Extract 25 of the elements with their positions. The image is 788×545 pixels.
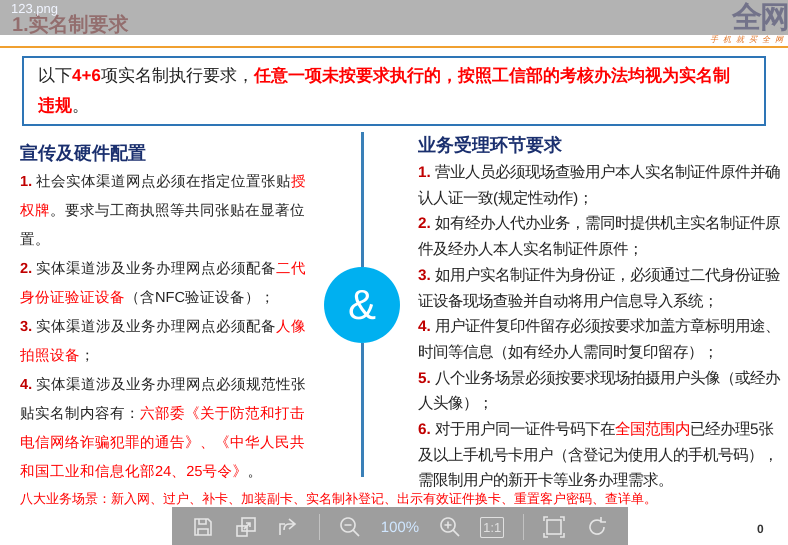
zoom-in-icon[interactable] [438, 515, 462, 539]
requirement-item: 1. 社会实体渠道网点必须在指定位置张贴授权牌。要求与工商执照等共同张贴在显著位置。 [20, 172, 308, 250]
slide-title: 1.实名制要求 [12, 14, 129, 36]
section-heading: 业务受理环节要求 [418, 134, 563, 157]
file-name: 123.png [11, 1, 58, 16]
requirement-item: 1. 营业人员必须现场查验用户本人实名制证件原件并确认人证一致(规定性动作)； [418, 163, 782, 209]
requirement-item: 4. 实体渠道涉及业务办理网点必须规范性张贴实名制内容有：六部委《关于防范和打击电信网络诈骗犯罪的通告》、《中华人民共和国工业和信息化部24、25号令》。 [20, 376, 308, 482]
requirement-item: 2. 如有经办人代办业务，需同时提供机主实名制证件原件及经办人本人实名制证件原件； [418, 214, 782, 260]
requirement-item: 6. 对于用户同一证件号码下在全国范围内已经办理5张及以上手机号卡用户（含登记为使用人的手机号码），需限制用户的新开卡等业务办理需求。 [418, 420, 779, 492]
page-number: 0 [757, 522, 764, 536]
zoom-out-icon[interactable] [338, 515, 362, 539]
section-heading: 宣传及硬件配置 [20, 142, 147, 165]
requirement-item: 2. 实体渠道涉及业务办理网点必须配备二代身份证验证设备（含NFC验证设备）； [20, 260, 308, 308]
requirement-item: 3. 实体渠道涉及业务办理网点必须配备人像拍照设备； [20, 318, 308, 366]
connector-badge: & [324, 266, 400, 342]
requirement-item: 5. 八个业务场景必须按要求现场拍摄用户头像（或经办人头像）； [418, 368, 782, 414]
logo-slogan: 手机就买全网 [710, 34, 788, 45]
footer-note: 八大业务场景：新入网、过户、补卡、加装副卡、实名制补登记、出示有效证件换卡、重置客户密码、查详单。 [20, 490, 657, 508]
requirement-item: 3. 如用户实名制证件为身份证，必须通过二代身份证验证设备现场查验并自动将用户信息导入系统； [418, 266, 782, 312]
logo-name: 全网 [732, 2, 788, 34]
zoom-level: 100% [380, 518, 420, 536]
notice-box: 以下4+6项实名制执行要求，任意一项未按要求执行的，按照工信部的考核办法均视为实名制违规。 [22, 56, 766, 126]
requirement-item: 4. 用户证件复印件留存必须按要求加盖方章标明用途、时间等信息（如有经办人需同时复印留存）； [418, 317, 782, 363]
resize-icon[interactable] [234, 515, 258, 539]
fullscreen-icon[interactable] [542, 515, 566, 539]
